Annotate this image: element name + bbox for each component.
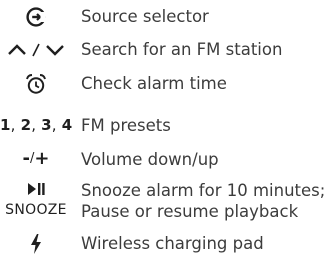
legend-row-alarm: Check alarm time [0,72,334,96]
legend-row-search: Search for an FM station [0,38,334,62]
legend-description: Search for an FM station [81,40,283,59]
preset-1: 1 [0,116,11,134]
volume-down-symbol: - [22,148,30,169]
legend-description: Volume down/up [81,150,219,169]
legend-row-snooze: SNOOZE Snooze alarm for 10 minutes; Paus… [0,179,334,223]
button-legend: Source selector Search for an FM station… [0,0,334,259]
preset-3: 3 [41,116,52,134]
search-up-down-icon [0,41,72,59]
preset-4: 4 [61,116,73,134]
legend-row-source: Source selector [0,5,334,29]
snooze-label: SNOOZE [5,202,67,218]
source-selector-icon [0,6,72,28]
preset-2: 2 [20,116,32,134]
legend-row-presets: 1, 2, 3, 4 FM presets [0,114,334,138]
legend-description: FM presets [81,116,171,135]
volume-symbols: -/+ [0,148,72,169]
legend-description: Source selector [81,7,209,26]
lightning-icon [0,234,72,254]
play-pause-icon [0,182,72,196]
legend-description: Check alarm time [81,74,227,93]
legend-description-line2: Pause or resume playback [81,202,299,221]
volume-up-symbol: + [34,148,50,169]
alarm-clock-icon [0,73,72,95]
legend-row-charging: Wireless charging pad [0,232,334,256]
legend-description: Wireless charging pad [81,234,264,253]
preset-numbers: 1, 2, 3, 4 [0,116,73,134]
legend-description-line1: Snooze alarm for 10 minutes; [81,181,326,200]
legend-row-volume: -/+ Volume down/up [0,148,334,172]
